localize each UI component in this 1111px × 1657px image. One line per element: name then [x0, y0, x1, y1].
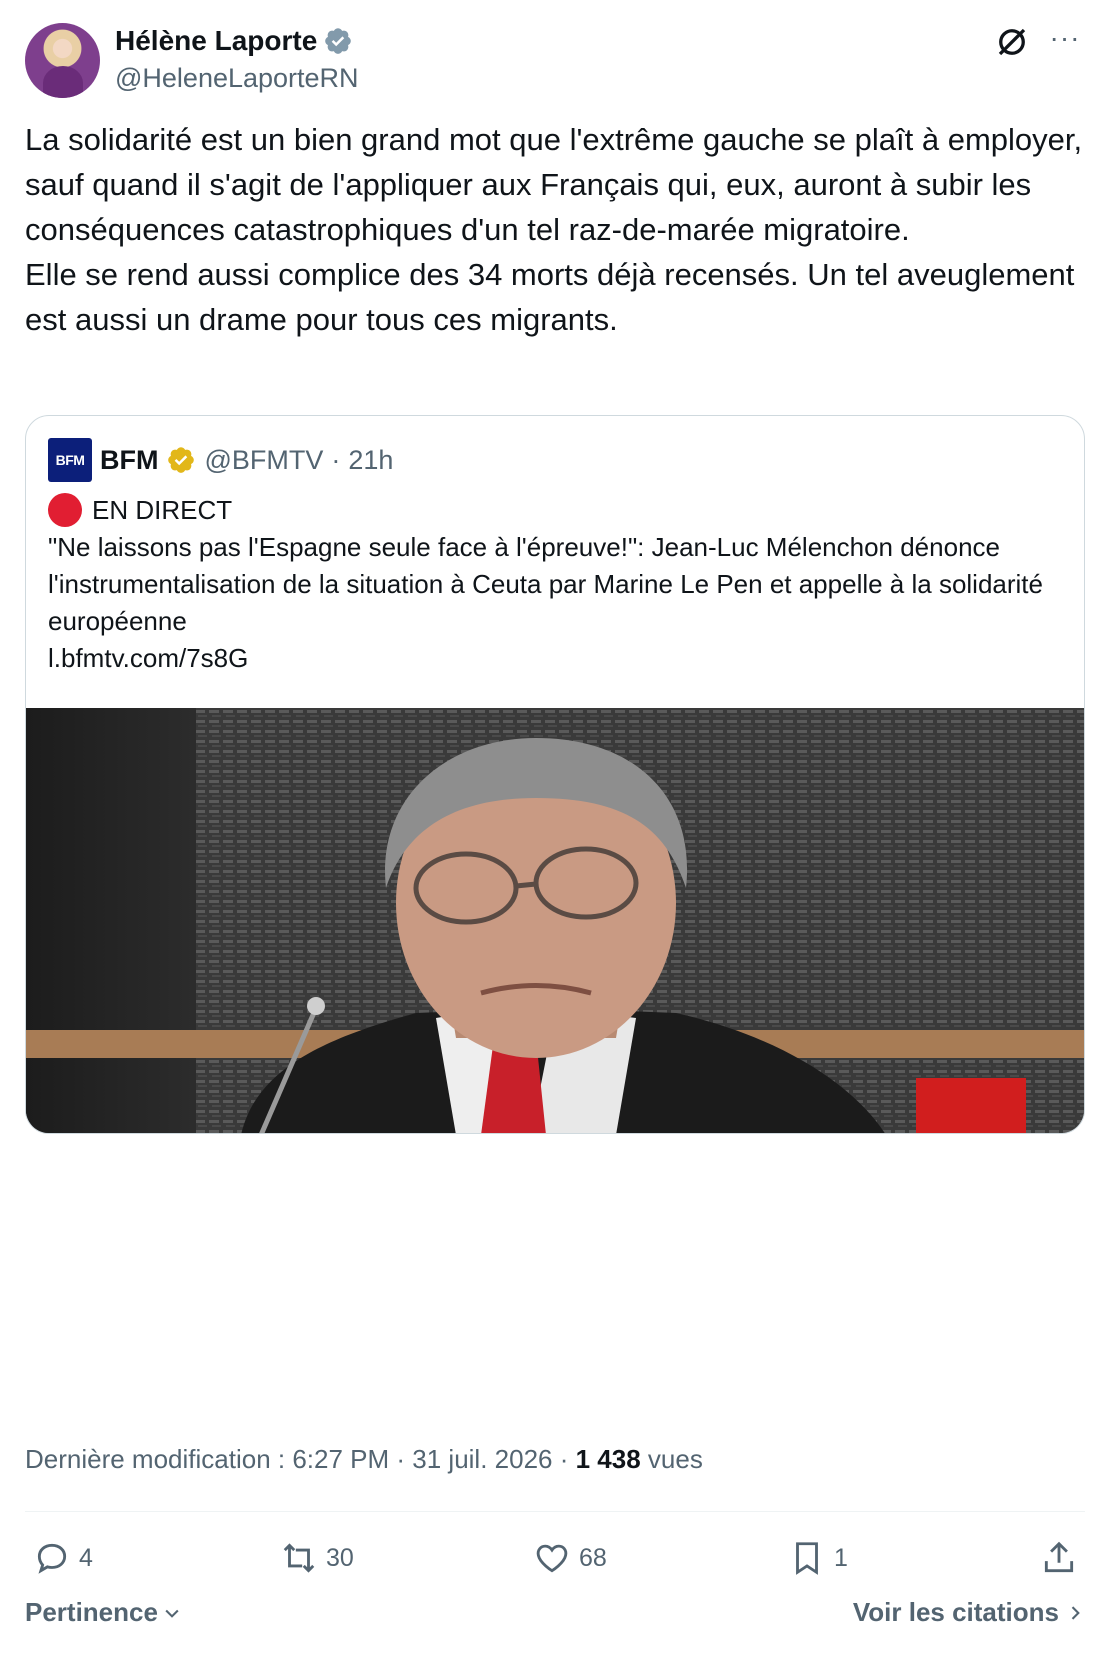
quoted-tweet[interactable]: BFM BFM @BFMTV · 21h EN DIRECT "Ne laiss… — [25, 415, 1085, 1134]
repost-icon — [283, 1543, 315, 1573]
quote-timestamp[interactable]: 21h — [348, 445, 393, 476]
bookmark-icon — [796, 1542, 818, 1575]
views-label: vues — [640, 1444, 703, 1474]
reply-button[interactable]: 4 — [33, 1535, 93, 1581]
citations-label: Voir les citations — [852, 1597, 1059, 1627]
like-count: 68 — [579, 1543, 607, 1572]
author-block: Hélène Laporte @HeleneLaporteRN — [115, 24, 359, 94]
reply-footer: Pertinence Voir les citations — [25, 1597, 1085, 1637]
quote-headline: "Ne laissons pas l'Espagne seule face à … — [48, 532, 1051, 636]
bookmark-button[interactable]: 1 — [788, 1535, 848, 1581]
quote-body: EN DIRECT "Ne laissons pas l'Espagne seu… — [48, 491, 1058, 677]
grok-icon[interactable] — [994, 24, 1030, 60]
repost-button[interactable]: 30 — [280, 1535, 354, 1581]
chevron-right-icon — [1071, 1605, 1080, 1620]
live-label: EN DIRECT — [92, 494, 233, 525]
sort-dropdown[interactable]: Pertinence — [25, 1597, 182, 1628]
timestamp[interactable]: Dernière modification : 6:27 PM · 31 jui… — [25, 1444, 576, 1474]
avatar[interactable] — [25, 23, 100, 98]
author-name[interactable]: Hélène Laporte — [115, 25, 317, 57]
quote-photo[interactable] — [26, 708, 1084, 1133]
views-count: 1 438 — [575, 1444, 641, 1474]
quote-header: BFM BFM @BFMTV · 21h — [48, 438, 393, 482]
quote-author-handle[interactable]: @BFMTV — [204, 445, 323, 476]
author-handle[interactable]: @HeleneLaporteRN — [115, 63, 359, 94]
action-bar: 4 30 68 1 — [25, 1535, 1085, 1581]
like-button[interactable]: 68 — [533, 1535, 607, 1581]
sort-label: Pertinence — [25, 1597, 158, 1627]
tweet-header: Hélène Laporte @HeleneLaporteRN ··· — [25, 22, 1085, 102]
repost-count: 30 — [326, 1543, 354, 1572]
share-icon — [1044, 1541, 1074, 1573]
quote-link[interactable]: l.bfmtv.com/7s8G — [48, 640, 1058, 677]
verified-badge-icon — [325, 28, 352, 54]
more-icon[interactable]: ··· — [1045, 24, 1085, 60]
tweet-text: La solidarité est un bien grand mot que … — [25, 122, 1083, 337]
tweet-meta: Dernière modification : 6:27 PM · 31 jui… — [25, 1444, 703, 1475]
live-dot-icon — [48, 493, 82, 527]
share-button[interactable] — [1040, 1535, 1078, 1581]
divider — [25, 1511, 1085, 1512]
chevron-down-icon — [165, 1609, 179, 1618]
bfm-logo[interactable]: BFM — [48, 438, 92, 482]
like-icon — [536, 1544, 568, 1573]
bookmark-count: 1 — [834, 1543, 848, 1572]
view-quotes-link[interactable]: Voir les citations — [853, 1597, 1085, 1628]
separator-dot: · — [331, 444, 341, 475]
reply-count: 4 — [79, 1543, 93, 1572]
quote-author-name[interactable]: BFM — [100, 445, 158, 476]
verified-badge-icon — [168, 447, 195, 473]
reply-icon — [37, 1543, 67, 1574]
